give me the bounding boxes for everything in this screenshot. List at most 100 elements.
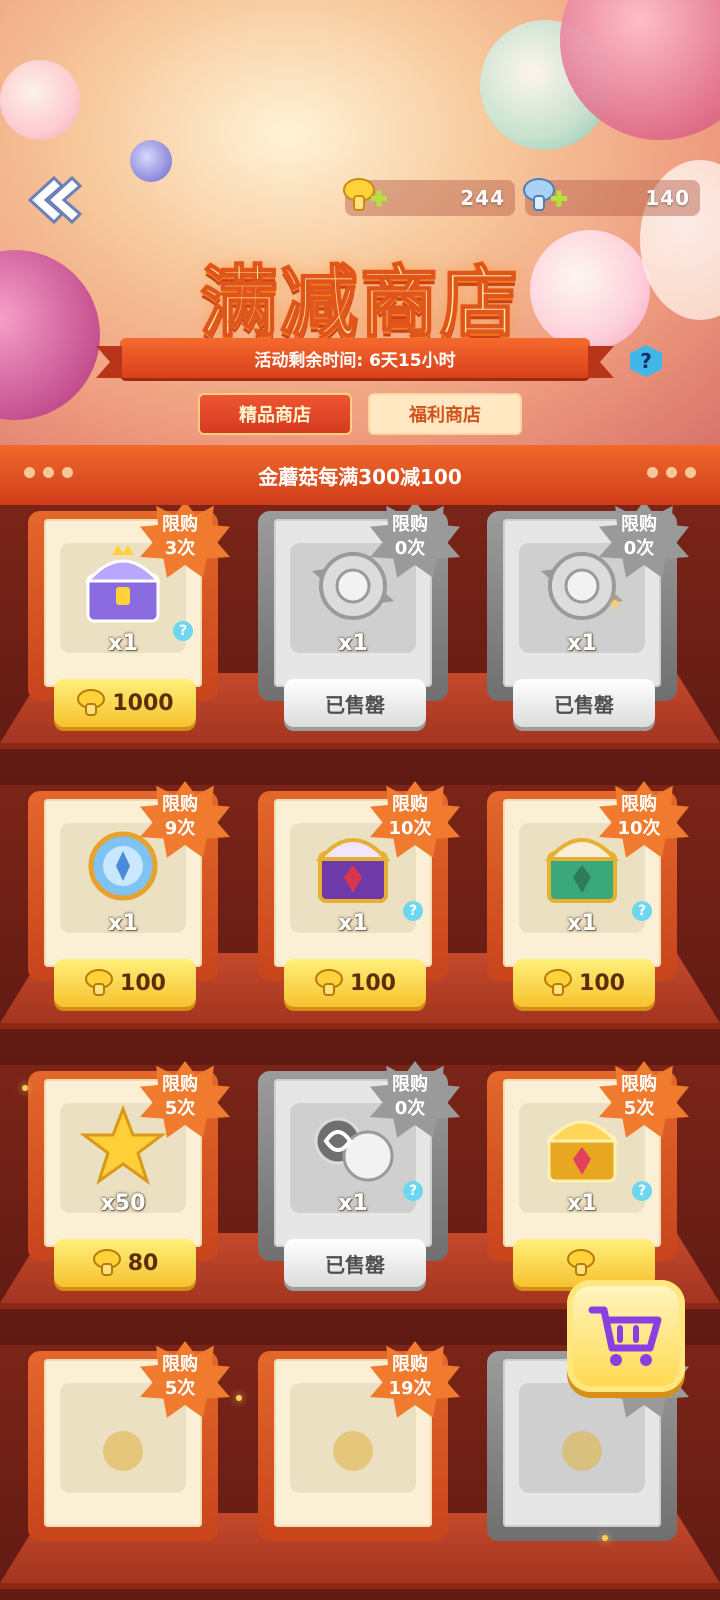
sparkle — [236, 1395, 242, 1401]
shop-item-card[interactable]: 限购 5次 x50 80 — [28, 1061, 230, 1287]
price-label: 100 — [350, 970, 396, 996]
shop-item-card[interactable]: 限购 0次 x1 已售罄 — [258, 505, 460, 727]
shop-item-card[interactable]: 限购 3次 x1? 1000 — [28, 505, 230, 727]
shop-grid[interactable]: 限购 3次 x1? 1000 限购 0次 x1 已售罄 限购 0次 x1 已售罄 限购 9次 x1 100 限购… — [0, 505, 720, 1600]
header-banner: 244 140 满减商店 活动剩余时间: 6天15小时 ? 精品商店 福利商店 — [0, 0, 720, 445]
shop-item-card[interactable]: 限购 0次 x1 已售罄 — [487, 505, 689, 727]
item-quantity: x1 — [338, 631, 368, 656]
decor-dots — [24, 467, 73, 478]
gold-mushroom-add-icon — [343, 178, 387, 211]
promo-text: 金蘑菇每满300减100 — [258, 464, 462, 489]
decor-orb — [130, 140, 172, 182]
buy-button[interactable]: 1000 — [54, 679, 196, 727]
info-icon[interactable]: ? — [173, 621, 193, 641]
sold-out-label: 已售罄 — [325, 1252, 385, 1277]
gold-mushroom-balance[interactable]: 244 — [343, 178, 515, 216]
tab-premium-shop[interactable]: 精品商店 — [198, 393, 352, 435]
gold-mushroom-count: 244 — [460, 186, 505, 210]
sparkle — [612, 600, 618, 606]
double-chevron-left-icon — [27, 175, 82, 225]
shop-item-card[interactable]: 限购 10次 x1? 100 — [258, 781, 460, 1007]
limit-label: 限购 — [621, 1074, 657, 1095]
blue-mushroom-add-icon — [523, 178, 567, 211]
countdown-ribbon: 活动剩余时间: 6天15小时 — [96, 338, 614, 378]
countdown-text: 活动剩余时间: 6天15小时 — [254, 350, 456, 371]
limit-label: 限购 — [392, 1074, 428, 1095]
limit-count: 19次 — [388, 1378, 432, 1399]
cart-button[interactable] — [567, 1280, 685, 1392]
shop-item-card[interactable]: 限购 5次 — [28, 1341, 230, 1561]
buy-button[interactable]: 80 — [54, 1239, 196, 1287]
sparkle — [602, 1535, 608, 1541]
limit-count: 5次 — [164, 1098, 196, 1119]
purchase-limit: 限购 5次 — [609, 1073, 669, 1121]
gold-mushroom-icon — [544, 969, 573, 996]
sold-out-button: 已售罄 — [284, 679, 426, 727]
purchase-limit: 限购 0次 — [380, 1073, 440, 1121]
limit-label: 限购 — [162, 794, 198, 815]
purchase-limit: 限购 0次 — [609, 513, 669, 561]
back-button[interactable] — [20, 170, 84, 230]
sparkle — [22, 1085, 28, 1091]
price-label: 100 — [579, 970, 625, 996]
price-label: 100 — [120, 970, 166, 996]
gold-mushroom-icon — [85, 969, 114, 996]
decor-dots — [647, 467, 696, 478]
sold-out-label: 已售罄 — [325, 692, 385, 717]
purchase-limit: 限购 10次 — [609, 793, 669, 841]
purchase-limit: 限购 10次 — [380, 793, 440, 841]
item-quantity: x1 — [108, 911, 138, 936]
limit-count: 0次 — [623, 538, 655, 559]
purchase-limit: 限购 5次 — [150, 1073, 210, 1121]
tab-label: 福利商店 — [409, 405, 481, 426]
gold-mushroom-icon — [77, 689, 106, 716]
promo-bar: 金蘑菇每满300减100 — [0, 445, 720, 505]
limit-label: 限购 — [162, 1354, 198, 1375]
limit-label: 限购 — [621, 794, 657, 815]
limit-label: 限购 — [392, 794, 428, 815]
limit-count: 10次 — [617, 818, 661, 839]
limit-count: 5次 — [623, 1098, 655, 1119]
gold-mushroom-icon — [315, 969, 344, 996]
buy-button[interactable]: 100 — [513, 959, 655, 1007]
shop-item-card[interactable]: 限购 0次 x1? 已售罄 — [258, 1061, 460, 1287]
blue-mushroom-count: 140 — [645, 186, 690, 210]
shop-item-card[interactable]: 限购 5次 x1? — [487, 1061, 689, 1287]
price-label: 1000 — [112, 690, 174, 716]
limit-label: 限购 — [392, 1354, 428, 1375]
tab-welfare-shop[interactable]: 福利商店 — [368, 393, 522, 435]
info-icon[interactable]: ? — [632, 1181, 652, 1201]
limit-count: 9次 — [164, 818, 196, 839]
shop-item-card[interactable]: 限购 10次 x1? 100 — [487, 781, 689, 1007]
sold-out-label: 已售罄 — [554, 692, 614, 717]
purchase-limit: 限购 19次 — [380, 1353, 440, 1401]
limit-count: 0次 — [394, 1098, 426, 1119]
item-quantity: x1 — [567, 631, 597, 656]
info-icon[interactable]: ? — [403, 901, 423, 921]
purchase-limit: 限购 9次 — [150, 793, 210, 841]
limit-count: 5次 — [164, 1378, 196, 1399]
shopping-cart-icon — [588, 1306, 662, 1366]
limit-count: 3次 — [164, 538, 196, 559]
shop-item-card[interactable]: 限购 9次 x1 100 — [28, 781, 230, 1007]
purchase-limit: 限购 0次 — [380, 513, 440, 561]
limit-count: 0次 — [394, 538, 426, 559]
blue-mushroom-balance[interactable]: 140 — [523, 178, 700, 216]
gold-mushroom-icon — [92, 1249, 121, 1276]
sold-out-button: 已售罄 — [284, 1239, 426, 1287]
limit-label: 限购 — [162, 514, 198, 535]
info-icon[interactable]: ? — [632, 901, 652, 921]
shop-item-card[interactable]: 限购 19次 — [258, 1341, 460, 1561]
question-icon: ? — [640, 349, 652, 373]
page-title: 满减商店 — [199, 257, 520, 349]
item-quantity: x50 — [100, 1191, 146, 1216]
decor-orb — [0, 60, 80, 140]
buy-button[interactable]: 100 — [284, 959, 426, 1007]
buy-button[interactable]: 100 — [54, 959, 196, 1007]
price-label: 80 — [127, 1250, 159, 1276]
gold-mushroom-icon — [567, 1249, 595, 1276]
limit-label: 限购 — [621, 514, 657, 535]
limit-count: 10次 — [388, 818, 432, 839]
tab-label: 精品商店 — [239, 405, 311, 426]
info-icon[interactable]: ? — [403, 1181, 423, 1201]
